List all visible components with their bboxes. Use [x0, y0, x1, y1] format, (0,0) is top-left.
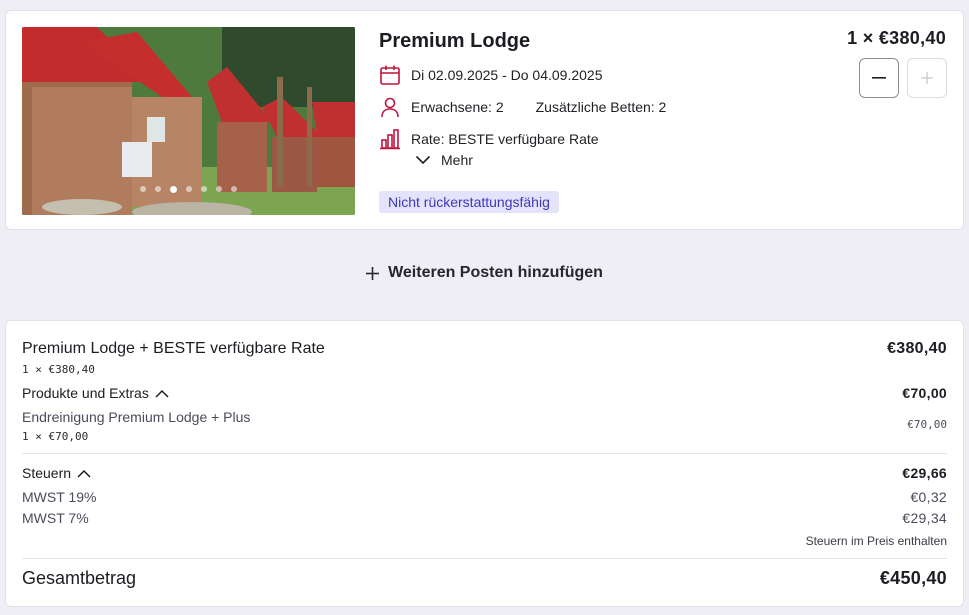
- bar-chart-icon: [379, 128, 401, 150]
- total-label: Gesamtbetrag: [22, 568, 137, 588]
- calendar-icon: [379, 64, 401, 86]
- plus-icon: [921, 72, 933, 84]
- tax-line-amount: €29,34: [902, 510, 947, 526]
- room-photo[interactable]: [22, 27, 355, 215]
- room-line-label: Premium Lodge + BESTE verfügbare Rate: [22, 340, 325, 357]
- carousel-dot[interactable]: [186, 186, 192, 192]
- carousel-dot[interactable]: [231, 186, 237, 192]
- chevron-up-icon[interactable]: [77, 469, 91, 478]
- tax-line: MWST 19% €0,32: [22, 489, 947, 505]
- room-quantity-price: 1 × €380,40: [847, 28, 946, 48]
- extras-item-amount: €70,00: [907, 418, 947, 431]
- carousel-dot[interactable]: [155, 186, 161, 192]
- decrease-quantity-button[interactable]: [859, 58, 899, 98]
- total-amount: €450,40: [879, 568, 947, 588]
- increase-quantity-button[interactable]: [907, 58, 947, 98]
- stay-dates: Di 02.09.2025 - Do 04.09.2025: [411, 67, 603, 83]
- tax-line: MWST 7% €29,34: [22, 510, 947, 526]
- tax-note: Steuern im Preis enthalten: [805, 534, 947, 548]
- room-line-quantity: 1 × €380,40: [22, 363, 95, 376]
- room-line-amount: €380,40: [887, 340, 947, 357]
- divider: [22, 453, 947, 454]
- carousel-dot[interactable]: [216, 186, 222, 192]
- more-label: Mehr: [441, 152, 473, 168]
- plus-icon: [366, 266, 380, 280]
- adults-count: Erwachsene: 2: [411, 99, 504, 115]
- total-row: Gesamtbetrag €450,40: [22, 568, 947, 589]
- room-line: Premium Lodge + BESTE verfügbare Rate €3…: [22, 340, 947, 358]
- chevron-down-icon: [415, 155, 431, 165]
- tax-line-label: MWST 7%: [22, 510, 89, 526]
- extras-label: Produkte und Extras: [22, 385, 149, 401]
- extra-beds-count: Zusätzliche Betten: 2: [535, 99, 667, 115]
- divider: [22, 558, 947, 559]
- room-card: Premium Lodge Di 02.09.2025 - Do 04.09.2…: [5, 10, 964, 230]
- extras-item-quantity: 1 × €70,00: [22, 430, 89, 443]
- tax-line-amount: €0,32: [910, 489, 947, 505]
- price-summary-card: Premium Lodge + BESTE verfügbare Rate €3…: [5, 320, 964, 607]
- extras-amount: €70,00: [902, 385, 947, 401]
- carousel-dot[interactable]: [140, 186, 146, 192]
- rate-name: Rate: BESTE verfügbare Rate: [411, 131, 599, 147]
- chevron-up-icon[interactable]: [155, 389, 169, 398]
- add-item-button[interactable]: Weiteren Posten hinzufügen: [0, 264, 969, 282]
- more-toggle[interactable]: Mehr: [415, 152, 473, 168]
- person-icon: [379, 96, 401, 118]
- carousel-dot-active[interactable]: [170, 186, 177, 193]
- carousel-dot[interactable]: [201, 186, 207, 192]
- guests-row: Erwachsene: 2 Zusätzliche Betten: 2: [379, 96, 666, 118]
- taxes-header: Steuern €29,66: [22, 465, 947, 481]
- minus-icon: [872, 77, 886, 79]
- taxes-label: Steuern: [22, 465, 72, 481]
- taxes-amount: €29,66: [902, 465, 947, 481]
- date-row: Di 02.09.2025 - Do 04.09.2025: [379, 64, 602, 86]
- add-item-label: Weiteren Posten hinzufügen: [388, 264, 603, 281]
- tax-line-label: MWST 19%: [22, 489, 97, 505]
- extras-item-amount-row: €70,00: [22, 418, 947, 431]
- extras-header: Produkte und Extras €70,00: [22, 385, 947, 401]
- carousel-dots[interactable]: [22, 186, 355, 193]
- non-refundable-badge: Nicht rückerstattungsfähig: [379, 191, 559, 213]
- room-title: Premium Lodge: [379, 30, 531, 52]
- rate-row: Rate: BESTE verfügbare Rate: [379, 128, 599, 150]
